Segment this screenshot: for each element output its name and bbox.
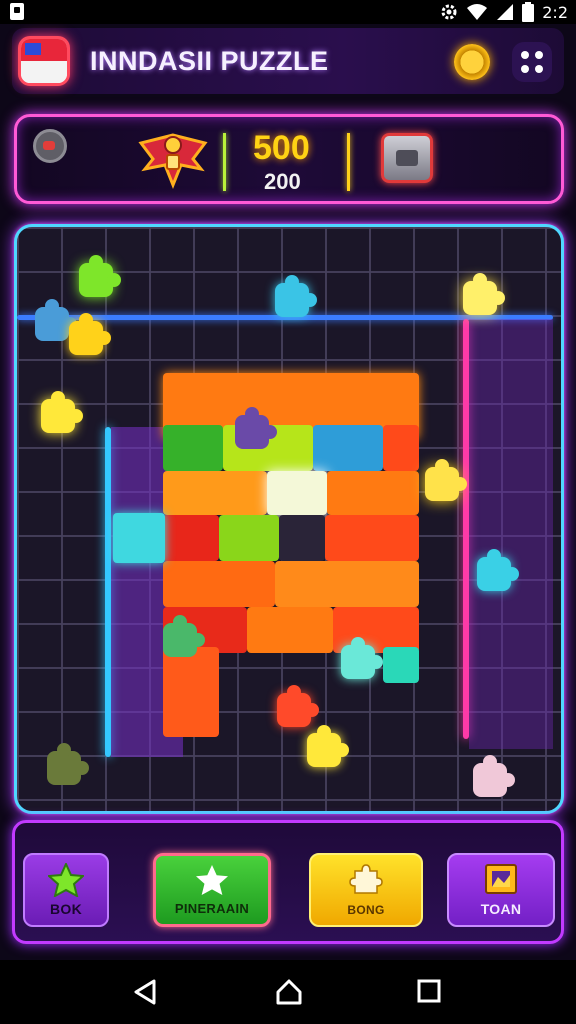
bok-label: BOK (49, 901, 82, 917)
puzzle-tile[interactable] (383, 647, 419, 683)
bong-label: BONG (347, 903, 385, 917)
divider (223, 133, 226, 191)
bong-button[interactable]: BONG (309, 853, 423, 927)
puzzle-piece[interactable] (163, 615, 205, 657)
puzzle-piece-icon (349, 864, 383, 894)
puzzle-piece[interactable] (41, 391, 83, 433)
puzzle-tile[interactable] (383, 425, 419, 471)
puzzle-tile[interactable] (219, 515, 279, 561)
puzzle-tile[interactable] (275, 561, 419, 607)
flag-icon[interactable] (18, 36, 70, 86)
wifi-icon (467, 4, 488, 20)
battery-icon (522, 2, 535, 22)
puzzle-piece[interactable] (473, 755, 515, 797)
status-icons: 2:2 (440, 1, 568, 23)
puzzle-tile[interactable] (247, 607, 333, 653)
coin-icon[interactable] (454, 44, 490, 80)
signal-icon (497, 4, 514, 20)
menu-dots-button[interactable] (512, 42, 552, 82)
settings-gear-icon[interactable] (33, 129, 67, 163)
star-icon (48, 863, 84, 897)
toan-label: TOAN (480, 901, 522, 917)
puzzle-tile[interactable] (163, 647, 219, 737)
puzzle-tile[interactable] (163, 515, 219, 561)
puzzle-piece[interactable] (277, 685, 319, 727)
app-header: INNDASII PUZZLE (12, 28, 564, 94)
status-bar: 2:2 (0, 0, 576, 24)
toan-button[interactable]: TOAN (447, 853, 555, 927)
board-region (469, 319, 553, 749)
back-icon[interactable] (132, 978, 158, 1006)
puzzle-piece[interactable] (69, 313, 111, 355)
puzzle-tile[interactable] (313, 425, 383, 471)
clock: 2:2 (542, 2, 568, 22)
puzzle-tile[interactable] (163, 425, 223, 471)
puzzle-tile[interactable] (163, 561, 275, 607)
puzzle-piece[interactable] (477, 549, 519, 591)
picture-frame-icon (485, 864, 517, 894)
pineraain-button[interactable]: PINERAAIN (153, 853, 271, 927)
home-icon[interactable] (275, 978, 303, 1006)
puzzle-tile[interactable] (279, 515, 325, 561)
pineraain-label: PINERAAIN (174, 901, 250, 916)
eagle-emblem-icon (138, 133, 208, 190)
puzzle-piece[interactable] (307, 725, 349, 767)
bok-button[interactable]: BOK (23, 853, 109, 927)
app-title: INNDASII PUZZLE (90, 46, 329, 76)
puzzle-tile[interactable] (327, 471, 419, 515)
score-value: 500 (253, 129, 310, 167)
puzzle-tile[interactable] (267, 471, 327, 515)
settings-icon (441, 4, 457, 20)
puzzle-piece[interactable] (463, 273, 505, 315)
puzzle-tile[interactable] (113, 513, 165, 563)
recents-icon[interactable] (416, 978, 442, 1004)
puzzle-piece[interactable] (341, 637, 383, 679)
puzzle-piece[interactable] (425, 459, 467, 501)
puzzle-piece[interactable] (47, 743, 89, 785)
puzzle-piece[interactable] (235, 407, 277, 449)
puzzle-tile[interactable] (163, 471, 267, 515)
notification-icon (10, 3, 24, 20)
star-icon (196, 864, 228, 896)
divider (347, 133, 350, 191)
score-panel: 500 200 (14, 114, 564, 204)
puzzle-piece[interactable] (275, 275, 317, 317)
puzzle-tile[interactable] (325, 515, 419, 561)
chest-icon[interactable] (381, 133, 433, 183)
puzzle-board[interactable] (14, 224, 564, 814)
system-nav-bar (0, 960, 576, 1024)
score-secondary: 200 (264, 169, 301, 194)
puzzle-piece[interactable] (79, 255, 121, 297)
puzzle-piece[interactable] (35, 299, 77, 341)
action-bar: BOK PINERAAIN BONG TOAN (12, 820, 564, 944)
